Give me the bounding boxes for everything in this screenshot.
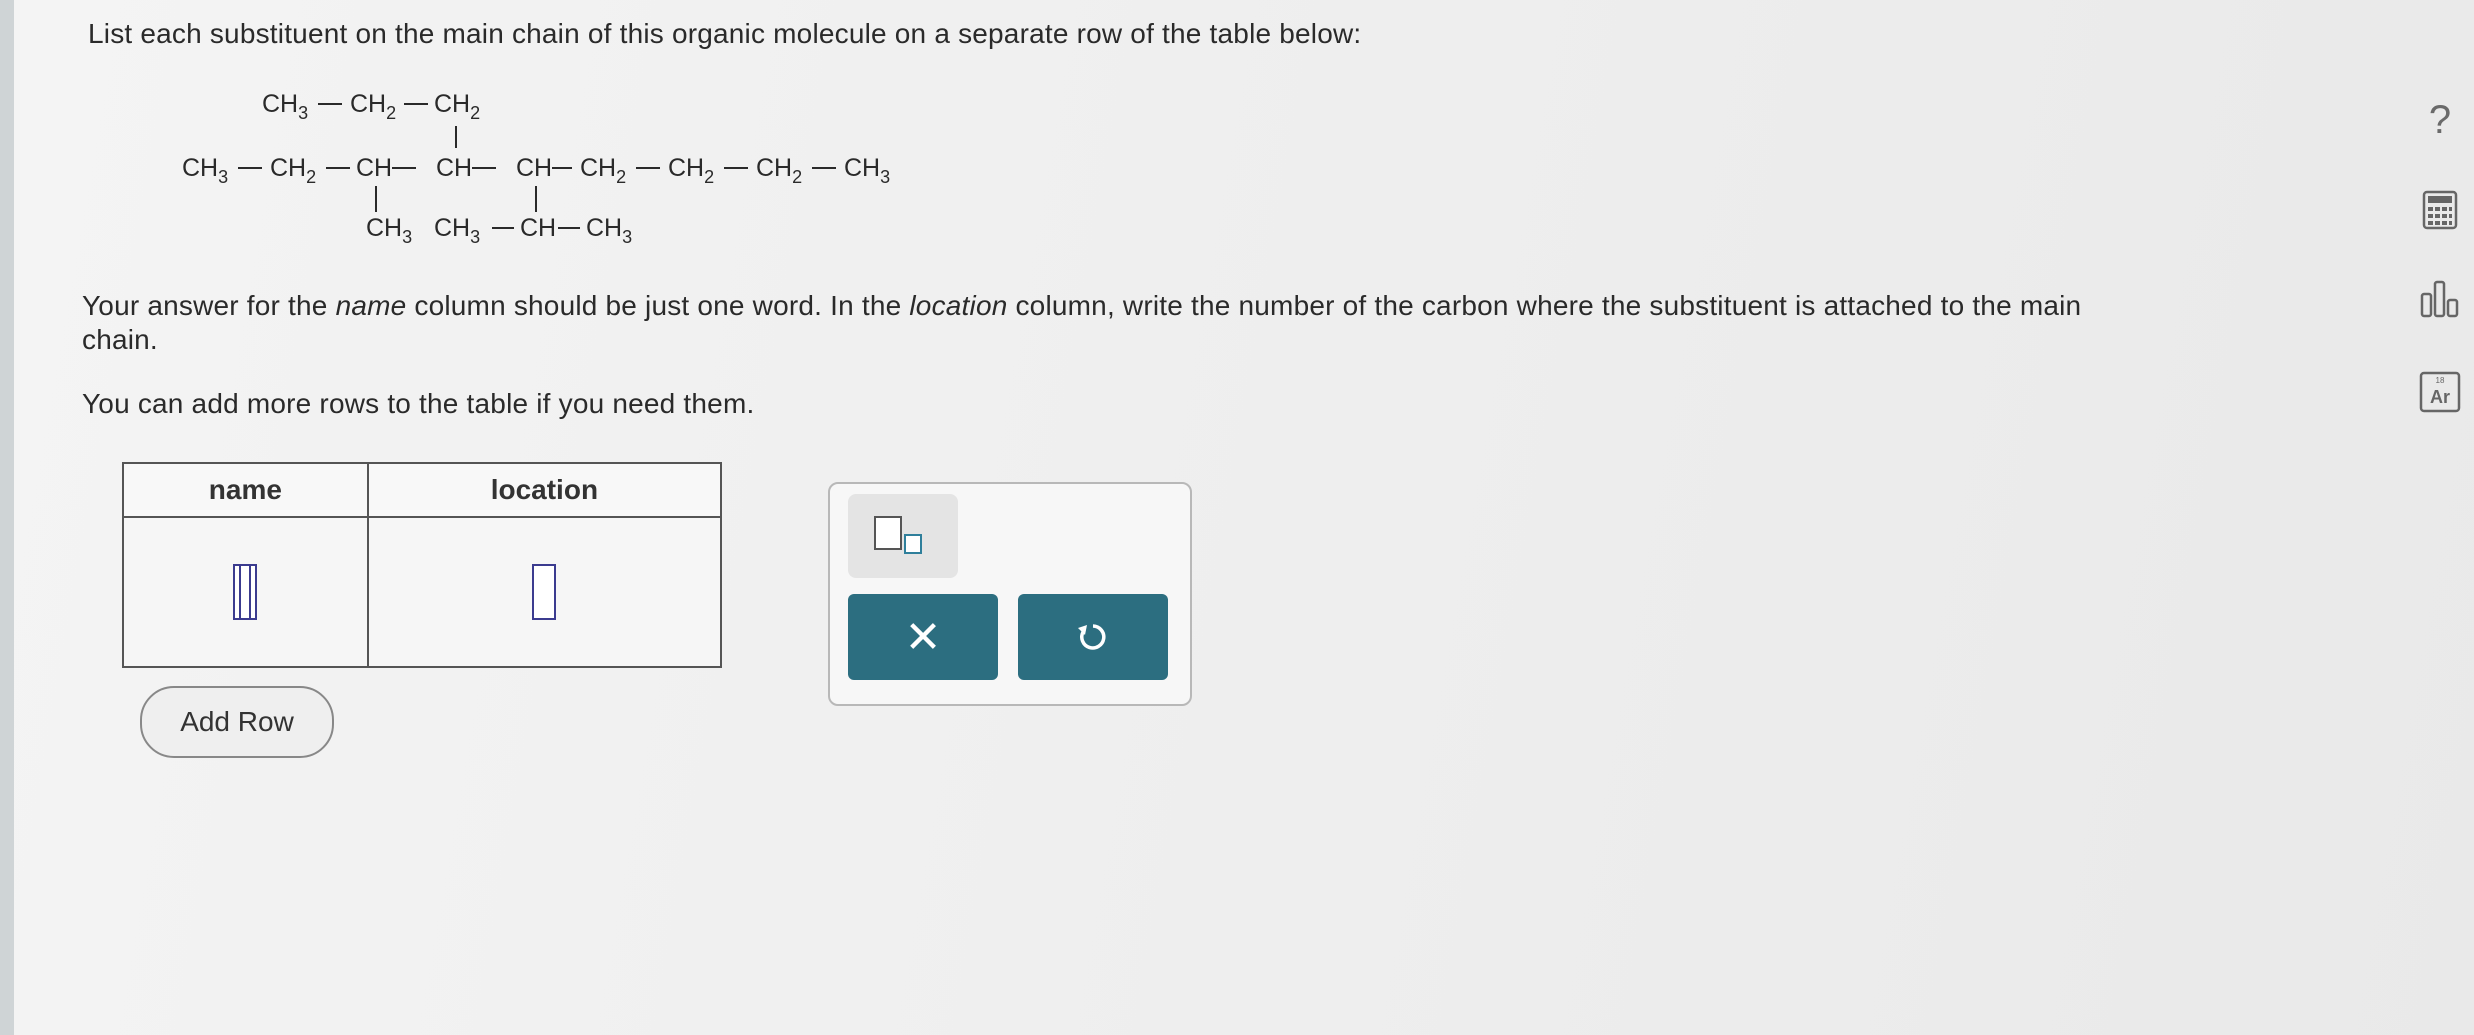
location-input[interactable] bbox=[532, 564, 557, 620]
name-cell[interactable] bbox=[122, 516, 369, 668]
bottom-branches: CH3 CH3 CH CH3 bbox=[366, 186, 632, 247]
svg-text:CH: CH bbox=[516, 154, 552, 182]
add-row-button[interactable]: Add Row bbox=[140, 686, 334, 758]
periodic-table-icon[interactable]: 18 Ar bbox=[2418, 370, 2462, 414]
svg-text:CH2: CH2 bbox=[350, 90, 396, 123]
answer-table: name location bbox=[122, 462, 723, 668]
calculator-icon[interactable] bbox=[2418, 188, 2462, 232]
svg-text:CH: CH bbox=[520, 214, 556, 242]
question-text-2-cont: chain. bbox=[82, 324, 158, 355]
svg-text:CH3: CH3 bbox=[262, 90, 308, 123]
template-box-icon bbox=[874, 516, 902, 550]
question-text-3: You can add more rows to the table if yo… bbox=[82, 388, 755, 419]
name-input[interactable] bbox=[233, 564, 258, 620]
main-chain: CH3 CH2 CH CH CH CH2 CH2 CH2 CH3 bbox=[182, 154, 890, 187]
header-name: name bbox=[122, 462, 369, 518]
help-icon[interactable]: ? bbox=[2418, 98, 2462, 142]
table-row bbox=[122, 516, 723, 668]
question-text-1: List each substituent on the main chain … bbox=[88, 18, 1362, 49]
top-branch: CH3 CH2 CH2 bbox=[262, 90, 480, 148]
svg-text:CH: CH bbox=[356, 154, 392, 182]
svg-text:CH2: CH2 bbox=[580, 154, 626, 187]
location-cell[interactable] bbox=[366, 516, 723, 668]
svg-text:CH3: CH3 bbox=[586, 214, 632, 247]
svg-text:CH2: CH2 bbox=[270, 154, 316, 187]
name-term: name bbox=[335, 290, 407, 321]
subscript-template-button[interactable] bbox=[848, 494, 958, 578]
data-chart-icon[interactable] bbox=[2418, 276, 2462, 320]
question-text-2: Your answer for the name column should b… bbox=[82, 290, 2082, 321]
svg-text:CH3: CH3 bbox=[182, 154, 228, 187]
svg-text:CH2: CH2 bbox=[668, 154, 714, 187]
molecule-structure: CH3 CH2 CH2 CH3 CH2 CH CH CH CH2 CH2 CH2… bbox=[182, 90, 890, 247]
left-edge bbox=[0, 0, 14, 1035]
svg-text:CH3: CH3 bbox=[366, 214, 412, 247]
undo-icon bbox=[1078, 624, 1106, 650]
svg-text:Ar: Ar bbox=[2430, 387, 2450, 407]
answer-tools-panel: ✕ bbox=[828, 482, 1192, 706]
svg-text:CH: CH bbox=[436, 154, 472, 182]
template-subscript-icon bbox=[904, 534, 922, 554]
svg-text:CH2: CH2 bbox=[756, 154, 802, 187]
clear-button[interactable]: ✕ bbox=[848, 594, 998, 680]
header-location: location bbox=[366, 462, 723, 518]
undo-button[interactable] bbox=[1018, 594, 1168, 680]
svg-text:CH2: CH2 bbox=[434, 90, 480, 123]
location-term: location bbox=[909, 290, 1008, 321]
svg-text:CH3: CH3 bbox=[844, 154, 890, 187]
svg-text:18: 18 bbox=[2436, 376, 2445, 385]
svg-text:CH3: CH3 bbox=[434, 214, 480, 247]
